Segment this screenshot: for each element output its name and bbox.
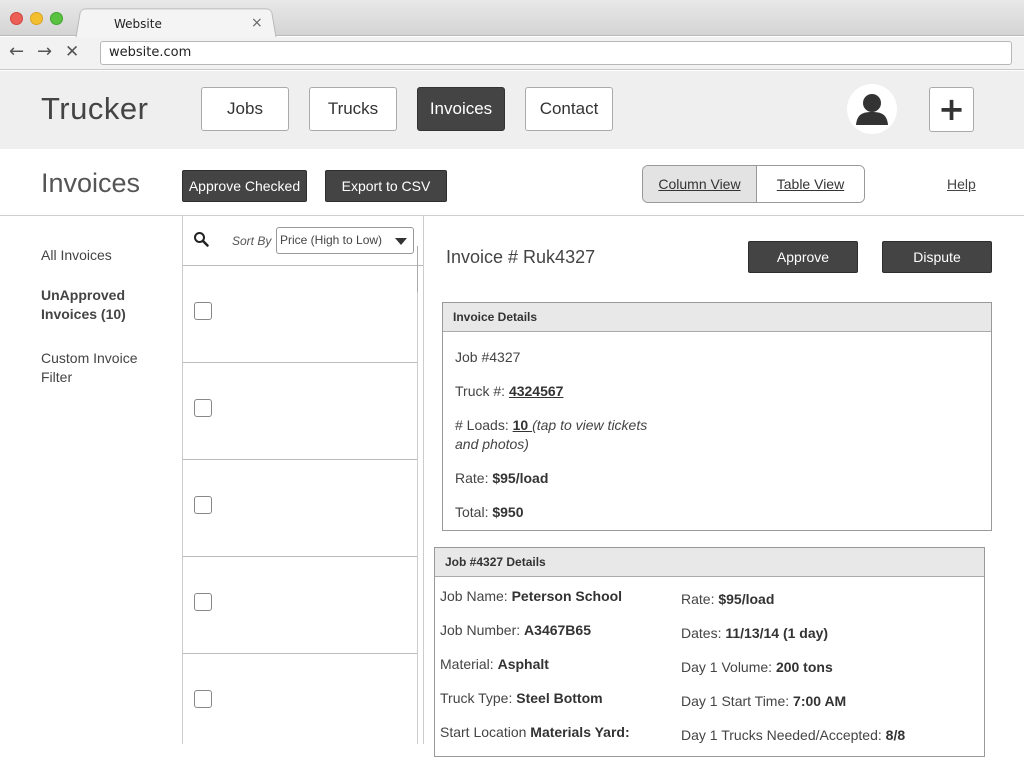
tab-close-icon[interactable]: ×: [251, 15, 263, 31]
maximize-window-button[interactable]: [50, 12, 63, 25]
day1-volume-field: Day 1 Volume: 200 tons: [681, 659, 833, 675]
sidebar-item-unapproved[interactable]: UnApproved Invoices (10): [41, 286, 141, 324]
invoice-title: Invoice # Ruk4327: [446, 247, 596, 267]
export-csv-button[interactable]: Export to CSV: [325, 170, 447, 202]
start-location-field: Start Location Materials Yard:: [440, 724, 630, 740]
sidebar-item-all-invoices[interactable]: All Invoices: [41, 246, 161, 265]
view-toggle: Column View Table View: [642, 165, 865, 203]
invoice-loads-note: and photos): [455, 436, 529, 452]
sort-by-label: Sort By: [232, 234, 272, 248]
chevron-down-icon: [395, 238, 407, 245]
page-title: Invoices: [41, 168, 141, 198]
sidebar-item-custom-filter[interactable]: Custom Invoice Filter: [41, 349, 151, 387]
job-details-header: Job #4327 Details: [435, 548, 984, 577]
search-icon[interactable]: [193, 231, 209, 247]
dispute-button[interactable]: Dispute: [882, 241, 992, 273]
day1-start-time-field: Day 1 Start Time: 7:00 AM: [681, 693, 847, 709]
approve-checked-button[interactable]: Approve Checked: [182, 170, 307, 202]
nav-invoices-button[interactable]: Invoices: [417, 87, 505, 131]
invoice-list: Sort By Price (High to Low): [182, 216, 424, 744]
add-plus-button[interactable]: +: [929, 87, 974, 132]
row-checkbox[interactable]: [194, 302, 212, 320]
row-checkbox[interactable]: [194, 690, 212, 708]
app-logo: Trucker: [41, 91, 149, 126]
toolbar-divider: [0, 215, 1024, 216]
browser-tab-title: Website: [114, 17, 162, 31]
list-item[interactable]: [183, 266, 417, 363]
nav-jobs-button[interactable]: Jobs: [201, 87, 289, 131]
job-number-field: Job Number: A3467B65: [440, 622, 591, 638]
close-window-button[interactable]: [10, 12, 23, 25]
minimize-window-button[interactable]: [30, 12, 43, 25]
material-field: Material: Asphalt: [440, 656, 549, 672]
job-name-field: Job Name: Peterson School: [440, 588, 623, 604]
invoice-total-field: Total: $950: [455, 504, 524, 520]
nav-trucks-button[interactable]: Trucks: [309, 87, 397, 131]
sort-select-value: Price (High to Low): [280, 233, 383, 247]
browser-titlebar: Website ×: [0, 0, 1024, 38]
invoice-loads-field: # Loads: 10 (tap to view tickets: [455, 417, 648, 433]
app-header: Trucker Jobs Trucks Invoices Contact +: [0, 71, 1024, 149]
invoice-details-header: Invoice Details: [443, 303, 991, 332]
invoice-rate-field: Rate: $95/load: [455, 470, 549, 486]
row-checkbox[interactable]: [194, 593, 212, 611]
job-rate-field: Rate: $95/load: [681, 591, 775, 607]
browser-navbar: ← → ✕ website.com: [0, 37, 1024, 70]
list-item[interactable]: [183, 654, 417, 751]
job-dates-field: Dates: 11/13/14 (1 day): [681, 625, 829, 641]
row-checkbox[interactable]: [194, 399, 212, 417]
list-item[interactable]: [183, 460, 417, 557]
row-checkbox[interactable]: [194, 496, 212, 514]
help-link[interactable]: Help: [947, 176, 976, 192]
back-arrow-icon[interactable]: ←: [9, 41, 24, 62]
list-scrollbar-thumb[interactable]: [417, 246, 421, 292]
nav-contact-button[interactable]: Contact: [525, 87, 613, 131]
invoice-truck-field: Truck #: 4324567: [455, 383, 564, 399]
list-header: Sort By Price (High to Low): [183, 216, 423, 266]
table-view-toggle[interactable]: Table View: [756, 166, 864, 202]
browser-tab[interactable]: [75, 8, 277, 38]
list-item[interactable]: [183, 363, 417, 460]
truck-number-link[interactable]: 4324567: [509, 383, 564, 399]
list-scrollbar[interactable]: [417, 246, 422, 744]
invoice-job-number: Job #4327: [455, 349, 521, 365]
column-view-toggle[interactable]: Column View: [643, 166, 757, 202]
stop-icon[interactable]: ✕: [65, 42, 79, 62]
loads-link[interactable]: 10: [513, 417, 532, 433]
sort-select[interactable]: Price (High to Low): [276, 227, 414, 254]
day1-trucks-field: Day 1 Trucks Needed/Accepted: 8/8: [681, 727, 906, 743]
url-input[interactable]: website.com: [100, 41, 1012, 65]
user-avatar-icon[interactable]: [847, 84, 897, 134]
truck-type-field: Truck Type: Steel Bottom: [440, 690, 603, 706]
forward-arrow-icon[interactable]: →: [37, 41, 52, 62]
list-item[interactable]: [183, 557, 417, 654]
approve-button[interactable]: Approve: [748, 241, 858, 273]
